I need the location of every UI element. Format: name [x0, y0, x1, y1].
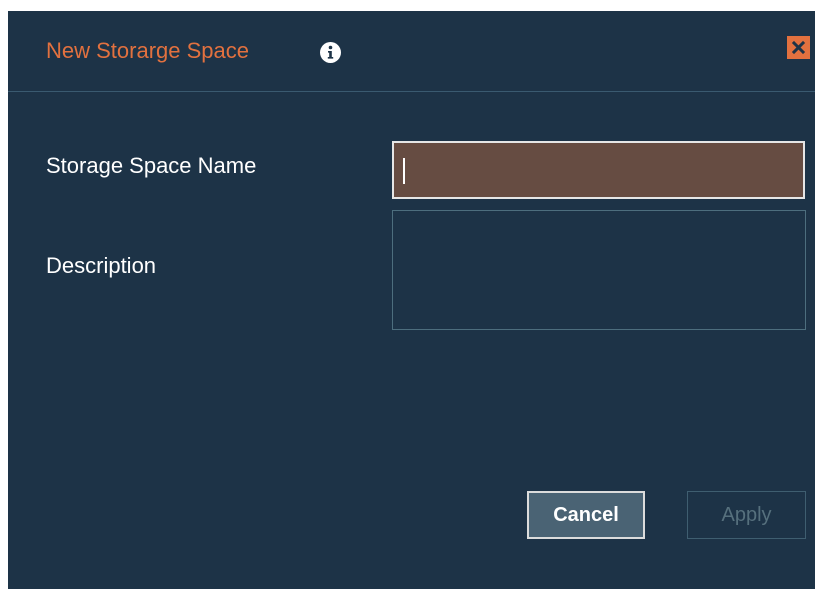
description-label: Description: [46, 253, 157, 278]
info-icon[interactable]: [320, 42, 341, 63]
close-icon: [791, 40, 806, 55]
close-button[interactable]: [787, 36, 810, 59]
text-cursor: [403, 158, 405, 184]
description-textarea[interactable]: [392, 210, 806, 330]
apply-button[interactable]: Apply: [687, 491, 806, 539]
dialog-header: New Storarge Space: [8, 11, 815, 92]
storage-space-name-input[interactable]: [392, 141, 805, 199]
new-storage-space-dialog: New Storarge Space Storage Space Name De…: [8, 11, 815, 589]
dialog-title: New Storarge Space: [46, 38, 249, 63]
storage-space-name-label: Storage Space Name: [46, 153, 257, 178]
cancel-button[interactable]: Cancel: [527, 491, 645, 539]
